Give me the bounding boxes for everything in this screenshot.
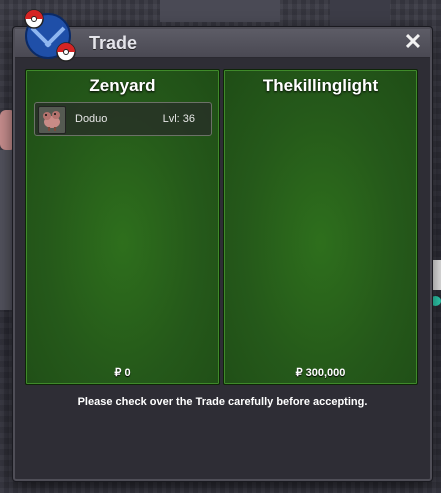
roof-fragment xyxy=(330,0,390,26)
my-player-name: Zenyard xyxy=(89,76,156,95)
doduo-sprite-icon xyxy=(38,106,66,134)
trade-logo-icon xyxy=(24,9,76,62)
item-name: Doduo xyxy=(75,113,108,125)
my-money-offer: ₽ 0 xyxy=(114,367,131,379)
partner-money-offer: ₽ 300,000 xyxy=(295,367,346,379)
partner-offer-panel: Thekillinglight ₽ 300,000 xyxy=(223,69,418,385)
roof-fragment xyxy=(160,0,280,22)
partner-player-name: Thekillinglight xyxy=(262,76,379,95)
trade-item[interactable]: Doduo Lvl: 36 xyxy=(34,102,212,136)
trade-dialog: Trade ✕ Zenyard Doduo Lvl: 36 ₽ 0 Thekil… xyxy=(13,27,432,481)
trade-notice: Please check over the Trade carefully be… xyxy=(77,396,368,408)
item-level: Lvl: 36 xyxy=(162,113,195,125)
close-icon[interactable]: ✕ xyxy=(402,31,424,53)
dialog-title: Trade xyxy=(89,33,138,53)
my-offer-panel: Zenyard Doduo Lvl: 36 ₽ 0 xyxy=(25,69,220,385)
